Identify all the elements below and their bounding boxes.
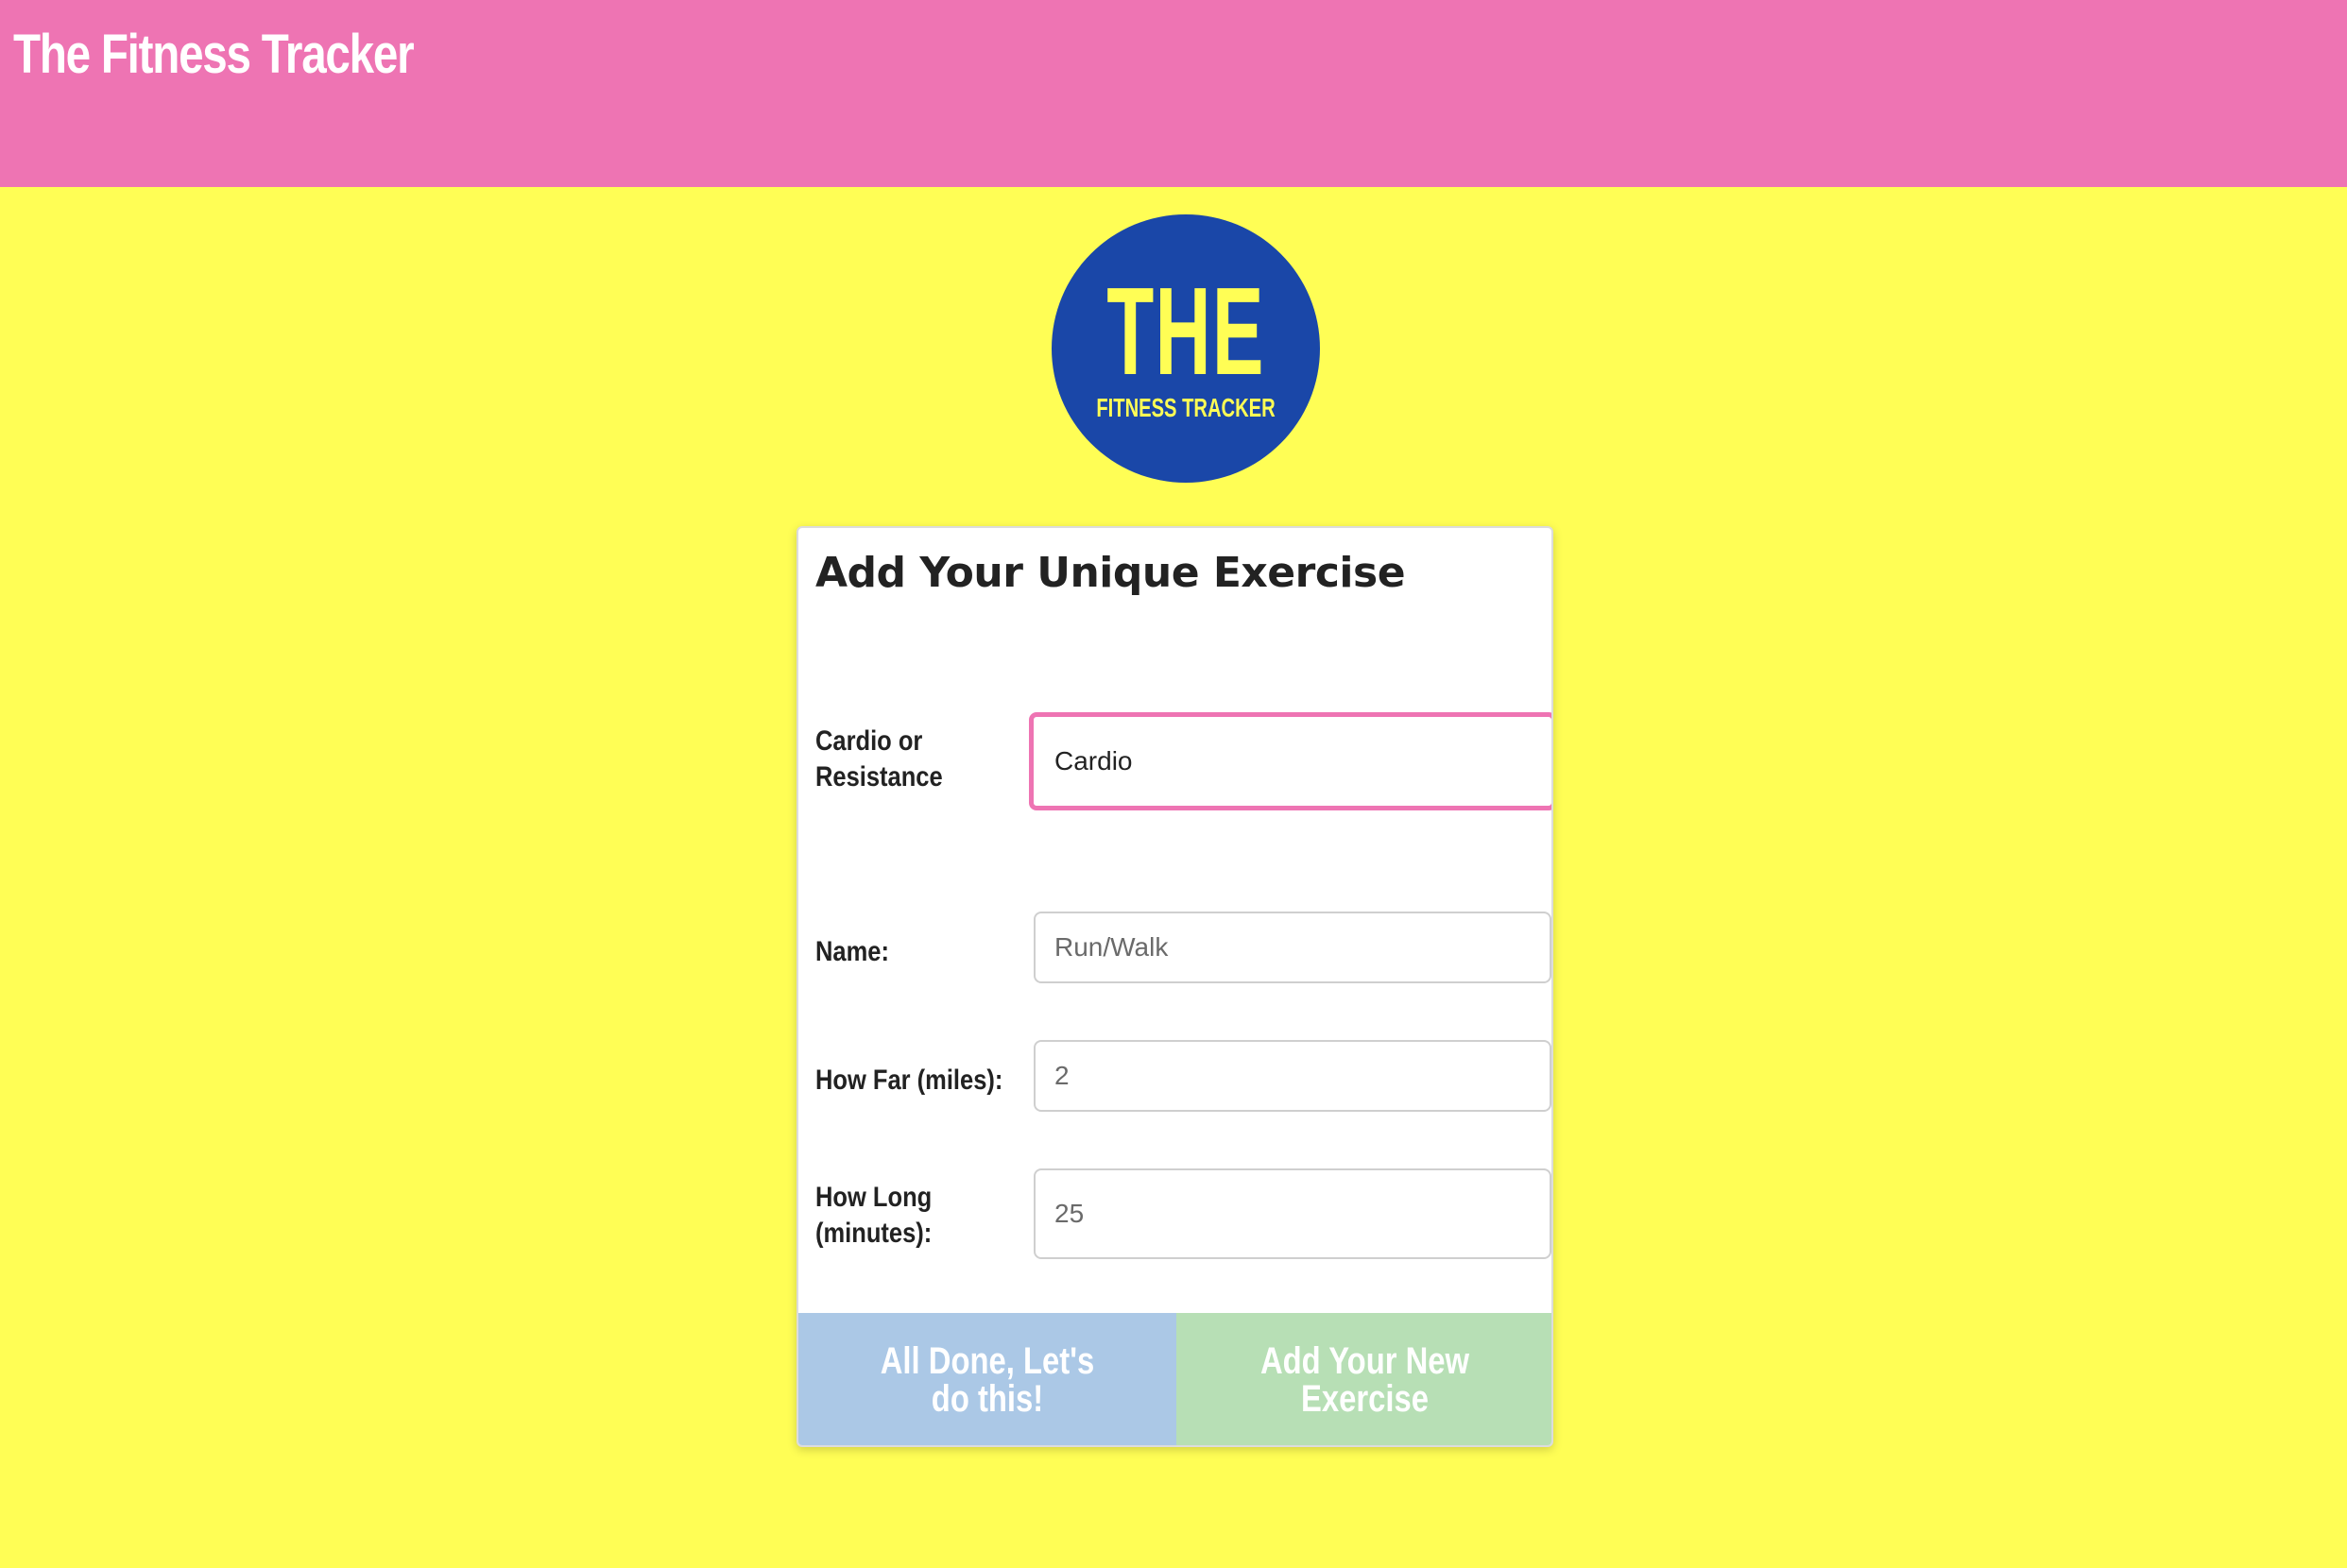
logo: THE FITNESS TRACKER — [1052, 214, 1320, 483]
add-exercise-button-label: Add Your New Exercise — [1259, 1340, 1470, 1420]
type-label: Cardio or Resistance — [815, 725, 943, 793]
add-exercise-button[interactable]: Add Your New Exercise — [1176, 1313, 1551, 1445]
distance-input[interactable] — [1034, 1040, 1551, 1112]
duration-label: How Long (minutes): — [815, 1182, 933, 1249]
exercise-form-card: Add Your Unique Exercise Cardio or Resis… — [797, 526, 1553, 1447]
type-input[interactable] — [1029, 712, 1551, 810]
name-label: Name: — [815, 936, 889, 967]
page: The Fitness Tracker THE FITNESS TRACKER … — [0, 0, 2347, 1568]
logo-main-text: THE — [1106, 262, 1265, 401]
form-title: Add Your Unique Exercise — [815, 549, 1406, 597]
all-done-button[interactable]: All Done, Let's do this! — [798, 1313, 1176, 1445]
app-title: The Fitness Tracker — [13, 24, 415, 85]
name-input[interactable] — [1034, 912, 1551, 983]
logo-sub-text: FITNESS TRACKER — [1096, 393, 1276, 422]
header-bar: The Fitness Tracker — [0, 0, 2347, 187]
all-done-button-label: All Done, Let's do this! — [880, 1340, 1095, 1420]
duration-input[interactable] — [1034, 1168, 1551, 1259]
distance-label: How Far (miles): — [815, 1065, 1003, 1096]
